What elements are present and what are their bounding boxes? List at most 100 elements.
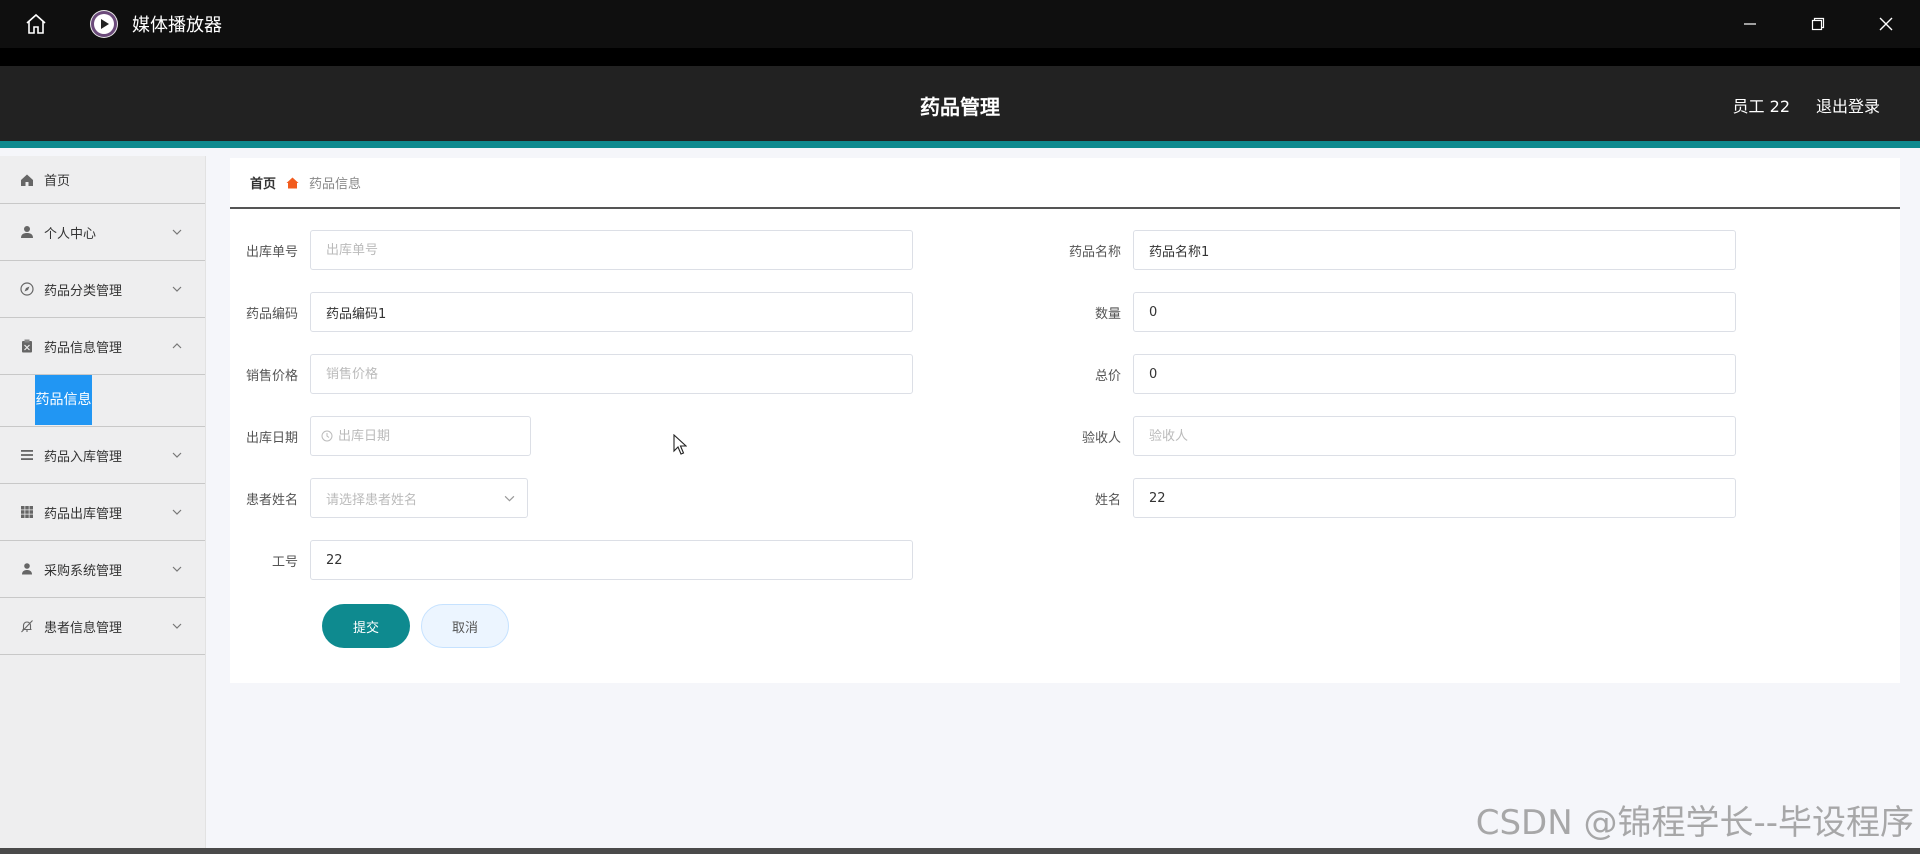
sidebar: 首页 个人中心 药品分类管理 药品信息管理 药品信息 药品入库管理 药品出库管理… <box>0 156 206 848</box>
drug-code-input[interactable] <box>326 304 912 320</box>
sidebar-item-label: 个人中心 <box>44 226 97 242</box>
list-icon <box>20 448 34 462</box>
total-price-input[interactable] <box>1149 366 1735 382</box>
window-title: 媒体播放器 <box>132 15 222 36</box>
quantity-input[interactable] <box>1149 304 1735 320</box>
bell-off-icon <box>20 619 34 633</box>
form-row-employee-no: 工号 <box>230 540 913 580</box>
sidebar-item-personal-center[interactable]: 个人中心 <box>0 204 205 261</box>
field-label: 工号 <box>271 554 298 570</box>
sidebar-item-drug-info[interactable]: 药品信息管理 <box>0 318 205 375</box>
sidebar-item-label: 药品入库管理 <box>44 449 123 465</box>
field-label: 总价 <box>1094 368 1121 384</box>
field-label: 数量 <box>1094 306 1121 322</box>
chevron-down-icon <box>504 493 515 504</box>
total-price-field[interactable] <box>1133 354 1736 394</box>
user-icon <box>20 225 34 239</box>
sidebar-item-drug-category[interactable]: 药品分类管理 <box>0 261 205 318</box>
form-card: 首页 药品信息 出库单号 药品编码 销售价格 出库日期 患者姓名 <box>230 158 1900 683</box>
inspector-field[interactable] <box>1133 416 1736 456</box>
form-row-inspector: 验收人 <box>1053 416 1736 456</box>
breadcrumb: 首页 药品信息 <box>230 158 1900 209</box>
form-row-quantity: 数量 <box>1053 292 1736 332</box>
app-header: 药品管理 员工 22 退出登录 <box>0 66 1920 148</box>
field-label: 出库日期 <box>245 430 298 446</box>
field-label: 出库单号 <box>245 244 298 260</box>
form-row-total-price: 总价 <box>1053 354 1736 394</box>
drug-code-field[interactable] <box>310 292 913 332</box>
sidebar-item-purchase-system[interactable]: 采购系统管理 <box>0 541 205 598</box>
patient-name-select[interactable]: 请选择患者姓名 <box>310 478 528 518</box>
sidebar-item-label: 患者信息管理 <box>44 620 123 636</box>
compass-icon <box>20 282 34 296</box>
sidebar-item-label: 药品分类管理 <box>44 283 123 299</box>
chevron-down-icon <box>171 506 183 518</box>
media-player-icon <box>90 10 118 38</box>
name-input[interactable] <box>1149 490 1735 506</box>
title-strip <box>0 48 1920 66</box>
home-separator-icon <box>286 177 299 189</box>
close-button[interactable] <box>1852 0 1920 48</box>
watermark: CSDN @锦程学长--毕设程序 <box>1475 803 1914 843</box>
submenu-drug-info: 药品信息 <box>0 375 205 427</box>
field-label: 药品名称 <box>1068 244 1121 260</box>
current-user: 员工 22 <box>1732 97 1790 116</box>
sidebar-item-label: 采购系统管理 <box>44 563 123 579</box>
drug-name-input[interactable] <box>1149 242 1735 258</box>
sale-price-input[interactable] <box>326 366 912 382</box>
person-icon <box>20 562 34 576</box>
field-label: 姓名 <box>1094 492 1121 508</box>
grid-icon <box>20 505 34 519</box>
quantity-field[interactable] <box>1133 292 1736 332</box>
sidebar-subitem-drug-info[interactable]: 药品信息 <box>35 375 92 425</box>
form-row-drug-code: 药品编码 <box>230 292 913 332</box>
window-titlebar: 媒体播放器 <box>0 0 1920 48</box>
app-title: 药品管理 <box>920 95 1000 119</box>
sidebar-item-drug-inbound[interactable]: 药品入库管理 <box>0 427 205 484</box>
form-row-name: 姓名 <box>1053 478 1736 518</box>
form-row-patient-name: 患者姓名 请选择患者姓名 <box>230 478 528 518</box>
clipboard-icon <box>20 339 34 353</box>
form-row-drug-name: 药品名称 <box>1053 230 1736 270</box>
form-row-outbound-no: 出库单号 <box>230 230 913 270</box>
chevron-down-icon <box>171 563 183 575</box>
name-field[interactable] <box>1133 478 1736 518</box>
breadcrumb-home[interactable]: 首页 <box>250 173 276 192</box>
employee-no-field[interactable] <box>310 540 913 580</box>
drug-name-field[interactable] <box>1133 230 1736 270</box>
form-row-sale-price: 销售价格 <box>230 354 913 394</box>
chevron-down-icon <box>171 226 183 238</box>
sale-price-field[interactable] <box>310 354 913 394</box>
home-icon <box>20 173 34 187</box>
field-label: 验收人 <box>1081 430 1121 446</box>
sidebar-item-label: 首页 <box>44 174 71 189</box>
field-label: 销售价格 <box>245 368 298 384</box>
chevron-up-icon <box>171 340 183 352</box>
employee-no-input[interactable] <box>326 552 912 568</box>
sidebar-item-patient-info[interactable]: 患者信息管理 <box>0 598 205 655</box>
sidebar-item-label: 药品信息管理 <box>44 340 123 356</box>
cancel-button[interactable]: 取消 <box>421 604 509 648</box>
outbound-no-field[interactable] <box>310 230 913 270</box>
patient-name-placeholder: 请选择患者姓名 <box>326 492 418 508</box>
mouse-cursor-icon <box>673 433 688 460</box>
home-icon[interactable] <box>18 6 54 42</box>
sidebar-item-drug-outbound[interactable]: 药品出库管理 <box>0 484 205 541</box>
minimize-button[interactable] <box>1716 0 1784 48</box>
outbound-date-input[interactable] <box>338 428 530 444</box>
chevron-down-icon <box>171 620 183 632</box>
field-label: 药品编码 <box>245 306 298 322</box>
inspector-input[interactable] <box>1149 428 1735 444</box>
breadcrumb-current: 药品信息 <box>309 177 362 192</box>
sidebar-item-home[interactable]: 首页 <box>0 156 205 204</box>
sidebar-item-label: 药品出库管理 <box>44 506 123 522</box>
clock-icon <box>321 430 333 442</box>
submit-button[interactable]: 提交 <box>322 604 410 648</box>
field-label: 患者姓名 <box>245 492 298 508</box>
outbound-date-picker[interactable] <box>310 416 531 456</box>
chevron-down-icon <box>171 449 183 461</box>
outbound-no-input[interactable] <box>326 242 912 258</box>
logout-link[interactable]: 退出登录 <box>1816 66 1880 148</box>
restore-button[interactable] <box>1784 0 1852 48</box>
form-row-outbound-date: 出库日期 <box>230 416 531 456</box>
